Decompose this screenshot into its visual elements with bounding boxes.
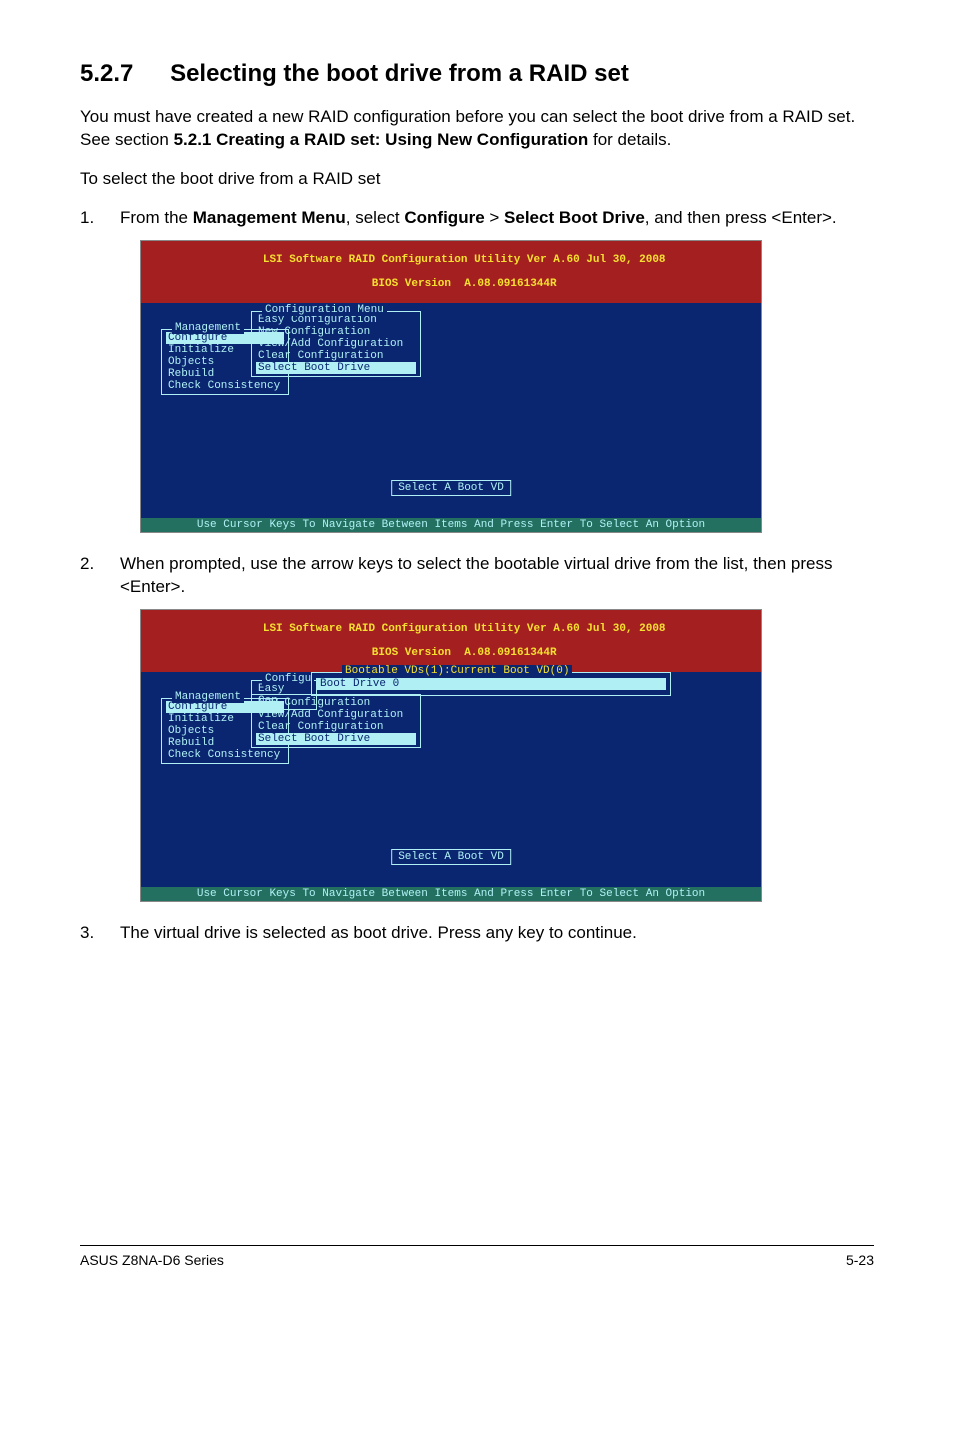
management-menu-title: Management [172,322,244,334]
cfg-item-view-add[interactable]: View/Add Configuration [256,338,416,350]
mgmt2-item-check-consistency[interactable]: Check Consistency [166,749,284,761]
intro-paragraph-2: To select the boot drive from a RAID set [80,168,874,191]
heading-title: Selecting the boot drive from a RAID set [170,60,629,87]
heading-number: 5.2.7 [80,60,133,88]
management-menu-title-2: Management [172,691,244,703]
cfg2-item-new[interactable]: New Configuration [256,697,416,709]
bios-title-line1: LSI Software RAID Configuration Utility … [263,254,666,266]
configure-label: Configure [404,208,484,227]
footer-left: ASUS Z8NA-D6 Series [80,1252,224,1268]
bios-footer-bar-2: Use Cursor Keys To Navigate Between Item… [141,887,761,901]
step-3-text: The virtual drive is selected as boot dr… [120,922,874,945]
bios-hint-box: Select A Boot VD [391,480,511,496]
bios-screenshot-2: LSI Software RAID Configuration Utility … [140,609,762,902]
bootable-vds-dialog: Bootable VDs(1):Current Boot VD(0) Boot … [311,672,671,696]
step-2-text: When prompted, use the arrow keys to sel… [120,553,874,599]
cfg2-item-select-boot[interactable]: Select Boot Drive [256,733,416,745]
step-2-number: 2. [80,553,120,599]
intro-p1-post: for details. [593,130,671,149]
configuration-menu-title-abbrev: Configu [262,673,314,685]
configuration-menu-title: Configuration Menu [262,304,387,316]
cfg-item-select-boot[interactable]: Select Boot Drive [256,362,416,374]
bios-footer-bar: Use Cursor Keys To Navigate Between Item… [141,518,761,532]
intro-paragraph-1: You must have created a new RAID configu… [80,106,874,152]
section-heading: 5.2.7 Selecting the boot drive from a RA… [80,60,874,88]
configuration-menu-2: New Configuration View/Add Configuration… [251,694,421,748]
bios-screenshot-1: LSI Software RAID Configuration Utility … [140,240,762,533]
step-1: 1. From the Management Menu, select Conf… [80,207,874,230]
step-1-number: 1. [80,207,120,230]
boot-drive-0-item[interactable]: Boot Drive 0 [316,678,666,690]
cfg2-item-view-add[interactable]: View/Add Configuration [256,709,416,721]
bootable-vds-title: Bootable VDs(1):Current Boot VD(0) [342,665,572,677]
bios-title2-line2: BIOS Version A.08.09161344R [372,647,557,659]
mgmt-item-check-consistency[interactable]: Check Consistency [166,380,284,392]
bios-body-2: Configu Easy Con Management Configure In… [141,672,761,887]
page-footer: ASUS Z8NA-D6 Series 5-23 [80,1245,874,1268]
bios-hint-box-2: Select A Boot VD [391,849,511,865]
management-menu-label: Management Menu [193,208,346,227]
cfg-item-clear[interactable]: Clear Configuration [256,350,416,362]
bios-title-line2: BIOS Version A.08.09161344R [372,278,557,290]
bios-title-bar-2: LSI Software RAID Configuration Utility … [141,610,761,672]
step-3-number: 3. [80,922,120,945]
step-2: 2. When prompted, use the arrow keys to … [80,553,874,599]
intro-p1-bold: 5.2.1 Creating a RAID set: Using New Con… [174,130,589,149]
footer-right: 5-23 [846,1252,874,1268]
bios-title-bar: LSI Software RAID Configuration Utility … [141,241,761,303]
configuration-menu: Configuration Menu Easy Configuration Ne… [251,311,421,377]
cfg-item-new[interactable]: New Configuration [256,326,416,338]
bios-title2-line1: LSI Software RAID Configuration Utility … [263,623,666,635]
step-1-text: From the Management Menu, select Configu… [120,207,874,230]
bios-body: Management Configure Initialize Objects … [141,303,761,518]
step-3: 3. The virtual drive is selected as boot… [80,922,874,945]
cfg2-item-clear[interactable]: Clear Configuration [256,721,416,733]
select-boot-drive-label: Select Boot Drive [504,208,645,227]
